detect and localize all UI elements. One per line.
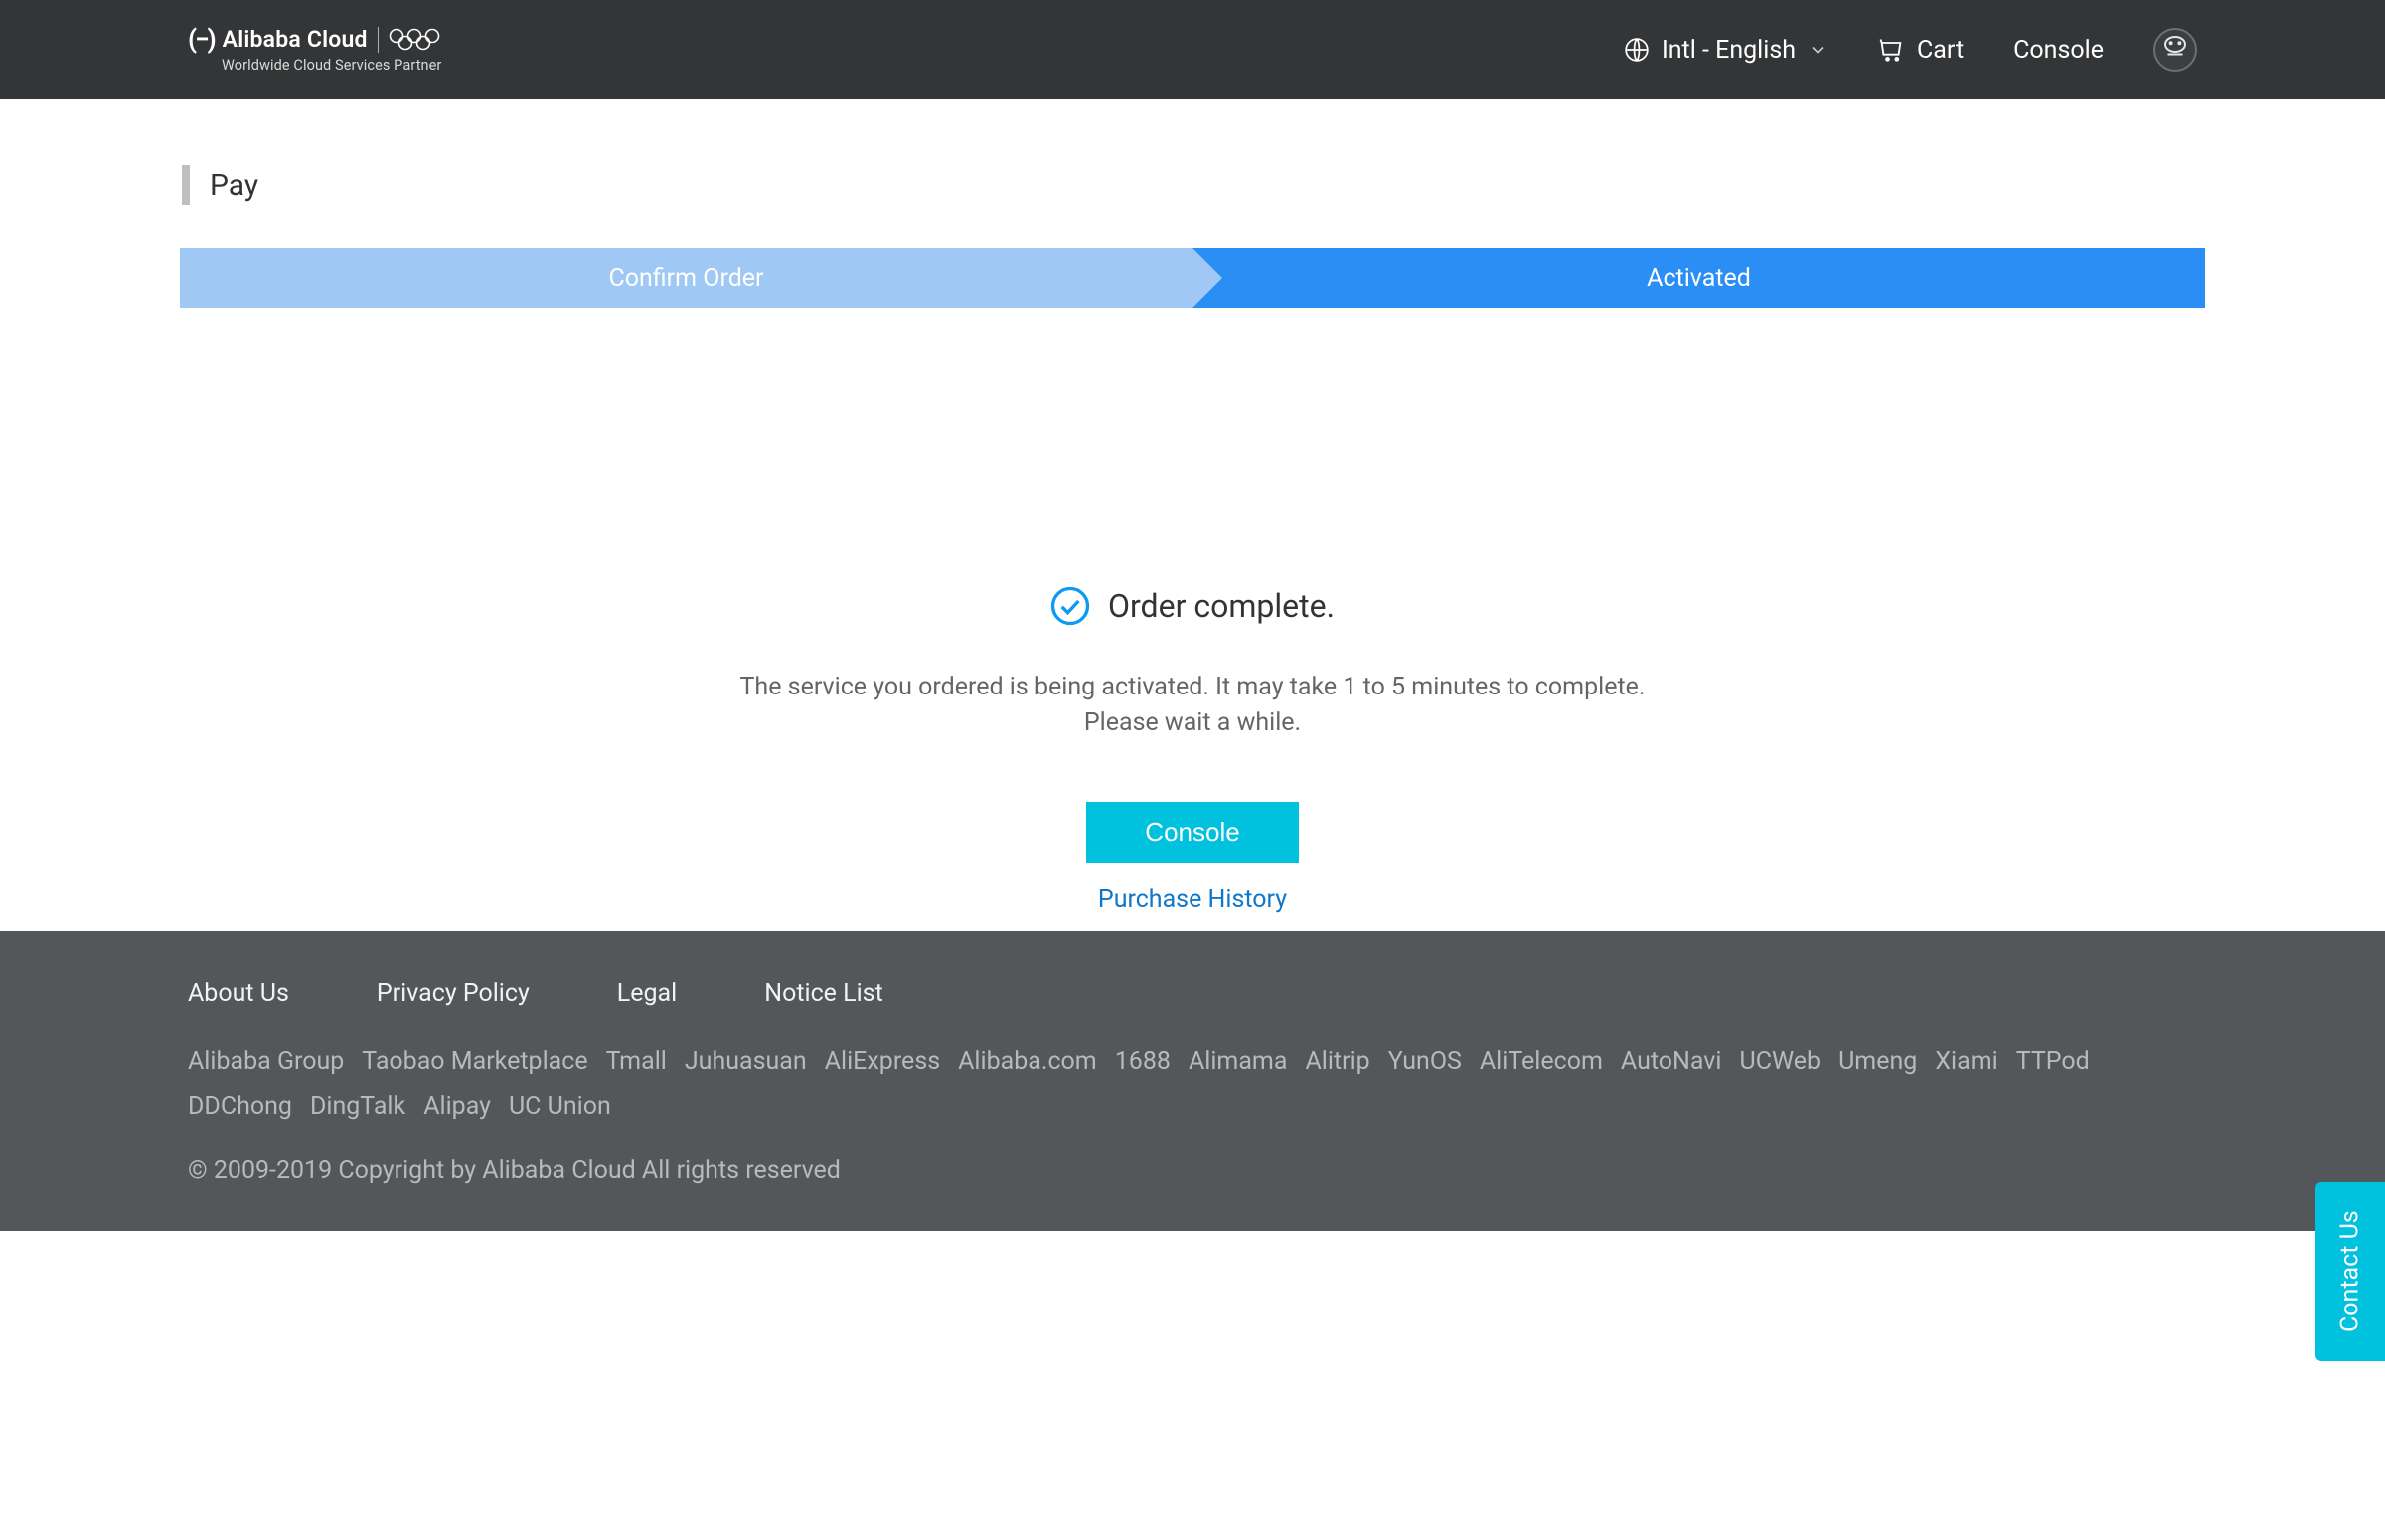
step-confirm-order: Confirm Order xyxy=(180,248,1192,308)
console-button[interactable]: Console xyxy=(1086,802,1299,863)
console-link-label: Console xyxy=(2013,36,2104,65)
check-circle-icon xyxy=(1050,586,1090,626)
footer-network-link[interactable]: AutoNavi xyxy=(1621,1047,1722,1076)
footer-network-link[interactable]: DDChong xyxy=(188,1092,292,1121)
page-title-accent xyxy=(182,165,190,205)
footer-link-notice[interactable]: Notice List xyxy=(764,979,883,1007)
footer-network-link[interactable]: Xiami xyxy=(1935,1047,1997,1076)
success-line1: The service you ordered is being activat… xyxy=(180,670,2205,705)
footer-network-link[interactable]: Tmall xyxy=(606,1047,667,1076)
footer-network-link[interactable]: Alipay xyxy=(423,1092,491,1121)
brand-bracket-icon: (−) xyxy=(188,27,215,53)
chevron-down-icon xyxy=(1808,40,1828,60)
avatar-icon xyxy=(2160,32,2190,69)
console-link[interactable]: Console xyxy=(2013,36,2104,65)
cart-icon xyxy=(1877,36,1905,64)
success-heading: Order complete. xyxy=(180,586,2205,626)
footer-link-about[interactable]: About Us xyxy=(188,979,289,1007)
page-title: Pay xyxy=(210,168,258,203)
success-line2: Please wait a while. xyxy=(180,705,2205,741)
purchase-history-label: Purchase History xyxy=(1098,885,1287,914)
footer-network-link[interactable]: Alimama xyxy=(1189,1047,1288,1076)
footer-link-legal[interactable]: Legal xyxy=(617,979,677,1007)
avatar[interactable] xyxy=(2153,28,2197,72)
footer-network-link[interactable]: Juhuasuan xyxy=(685,1047,807,1076)
locale-switch[interactable]: Intl - English xyxy=(1624,36,1828,65)
progress-steps: Confirm Order Activated xyxy=(180,248,2205,308)
brand-logo: (−) Alibaba Cloud xyxy=(188,27,368,53)
footer-network-link[interactable]: YunOS xyxy=(1388,1047,1462,1076)
footer-network-link[interactable]: Alibaba Group xyxy=(188,1047,344,1076)
brand-name: Alibaba Cloud xyxy=(223,28,368,51)
footer-network-link[interactable]: Alibaba.com xyxy=(958,1047,1097,1076)
olympic-rings-icon xyxy=(389,27,440,53)
footer-network-link[interactable]: AliExpress xyxy=(825,1047,940,1076)
footer-network-link[interactable]: TTPod xyxy=(2016,1047,2090,1076)
contact-us-label: Contact Us xyxy=(2336,1211,2365,1333)
step-confirm-order-label: Confirm Order xyxy=(608,264,763,293)
brand-tagline: Worldwide Cloud Services Partner xyxy=(222,59,441,74)
brand-block[interactable]: (−) Alibaba Cloud Worldwide Cloud Servic… xyxy=(188,27,441,74)
page-title-wrap: Pay xyxy=(180,165,2205,205)
console-button-label: Console xyxy=(1145,817,1239,847)
footer-network-link[interactable]: 1688 xyxy=(1115,1047,1171,1076)
footer-network-link[interactable]: UC Union xyxy=(509,1092,611,1121)
footer-copyright: © 2009-2019 Copyright by Alibaba Cloud A… xyxy=(188,1156,2197,1185)
footer-network-link[interactable]: UCWeb xyxy=(1740,1047,1822,1076)
success-heading-text: Order complete. xyxy=(1108,587,1335,625)
top-header: (−) Alibaba Cloud Worldwide Cloud Servic… xyxy=(0,0,2385,99)
footer-network-link[interactable]: Alitrip xyxy=(1305,1047,1369,1076)
footer-network-link[interactable]: DingTalk xyxy=(310,1092,405,1121)
cart-link[interactable]: Cart xyxy=(1877,36,1964,65)
footer-network-link[interactable]: AliTelecom xyxy=(1480,1047,1603,1076)
footer-network-links: Alibaba Group Taobao Marketplace Tmall Juhu… xyxy=(188,1047,2197,1121)
contact-us-tab[interactable]: Contact Us xyxy=(2315,1182,2385,1361)
step-activated: Activated xyxy=(1192,248,2205,308)
brand-separator xyxy=(378,27,379,53)
footer-primary-links: About Us Privacy Policy Legal Notice Lis… xyxy=(188,979,2197,1007)
footer-network-link[interactable]: Taobao Marketplace xyxy=(362,1047,587,1076)
success-description: The service you ordered is being activat… xyxy=(180,670,2205,742)
globe-icon xyxy=(1624,37,1650,63)
locale-label: Intl - English xyxy=(1662,36,1796,65)
purchase-history-link[interactable]: Purchase History xyxy=(180,885,2205,914)
footer-network-link[interactable]: Umeng xyxy=(1838,1047,1917,1076)
step-activated-label: Activated xyxy=(1647,264,1751,293)
cart-label: Cart xyxy=(1917,36,1964,65)
footer: About Us Privacy Policy Legal Notice Lis… xyxy=(0,931,2385,1231)
footer-link-privacy[interactable]: Privacy Policy xyxy=(377,979,530,1007)
